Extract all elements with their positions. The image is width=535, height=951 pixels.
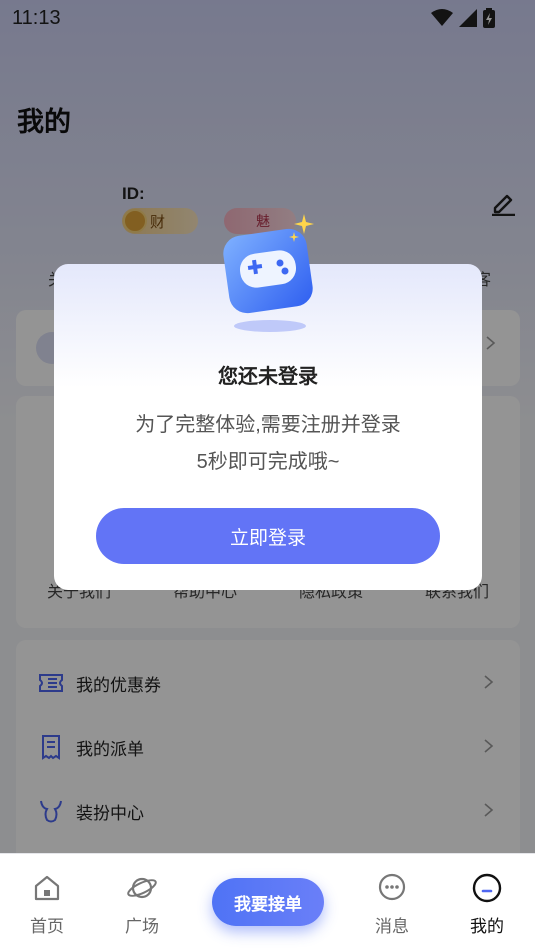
nav-profile[interactable]: 我的 <box>452 872 522 937</box>
nav-label: 我的 <box>470 917 504 936</box>
message-icon <box>378 873 406 901</box>
modal-title: 您还未登录 <box>218 366 318 388</box>
nav-label: 消息 <box>375 917 409 936</box>
bottom-nav: 首页 广场 我要接单 消息 我的 <box>0 853 535 951</box>
modal-message: 为了完整体验,需要注册并登录 <box>135 414 401 436</box>
home-icon <box>34 875 60 901</box>
modal-message-secondary: 5秒即可完成哦~ <box>196 451 340 473</box>
take-order-button[interactable]: 我要接单 <box>212 878 324 926</box>
nav-label: 首页 <box>30 917 64 936</box>
nav-messages[interactable]: 消息 <box>357 872 427 937</box>
nav-square[interactable]: 广场 <box>107 872 177 937</box>
planet-icon <box>127 877 157 899</box>
gamepad-icon <box>223 214 314 332</box>
profile-icon <box>472 873 502 903</box>
nav-home[interactable]: 首页 <box>12 872 82 937</box>
nav-label: 广场 <box>125 917 159 936</box>
login-now-button[interactable]: 立即登录 <box>96 508 440 564</box>
